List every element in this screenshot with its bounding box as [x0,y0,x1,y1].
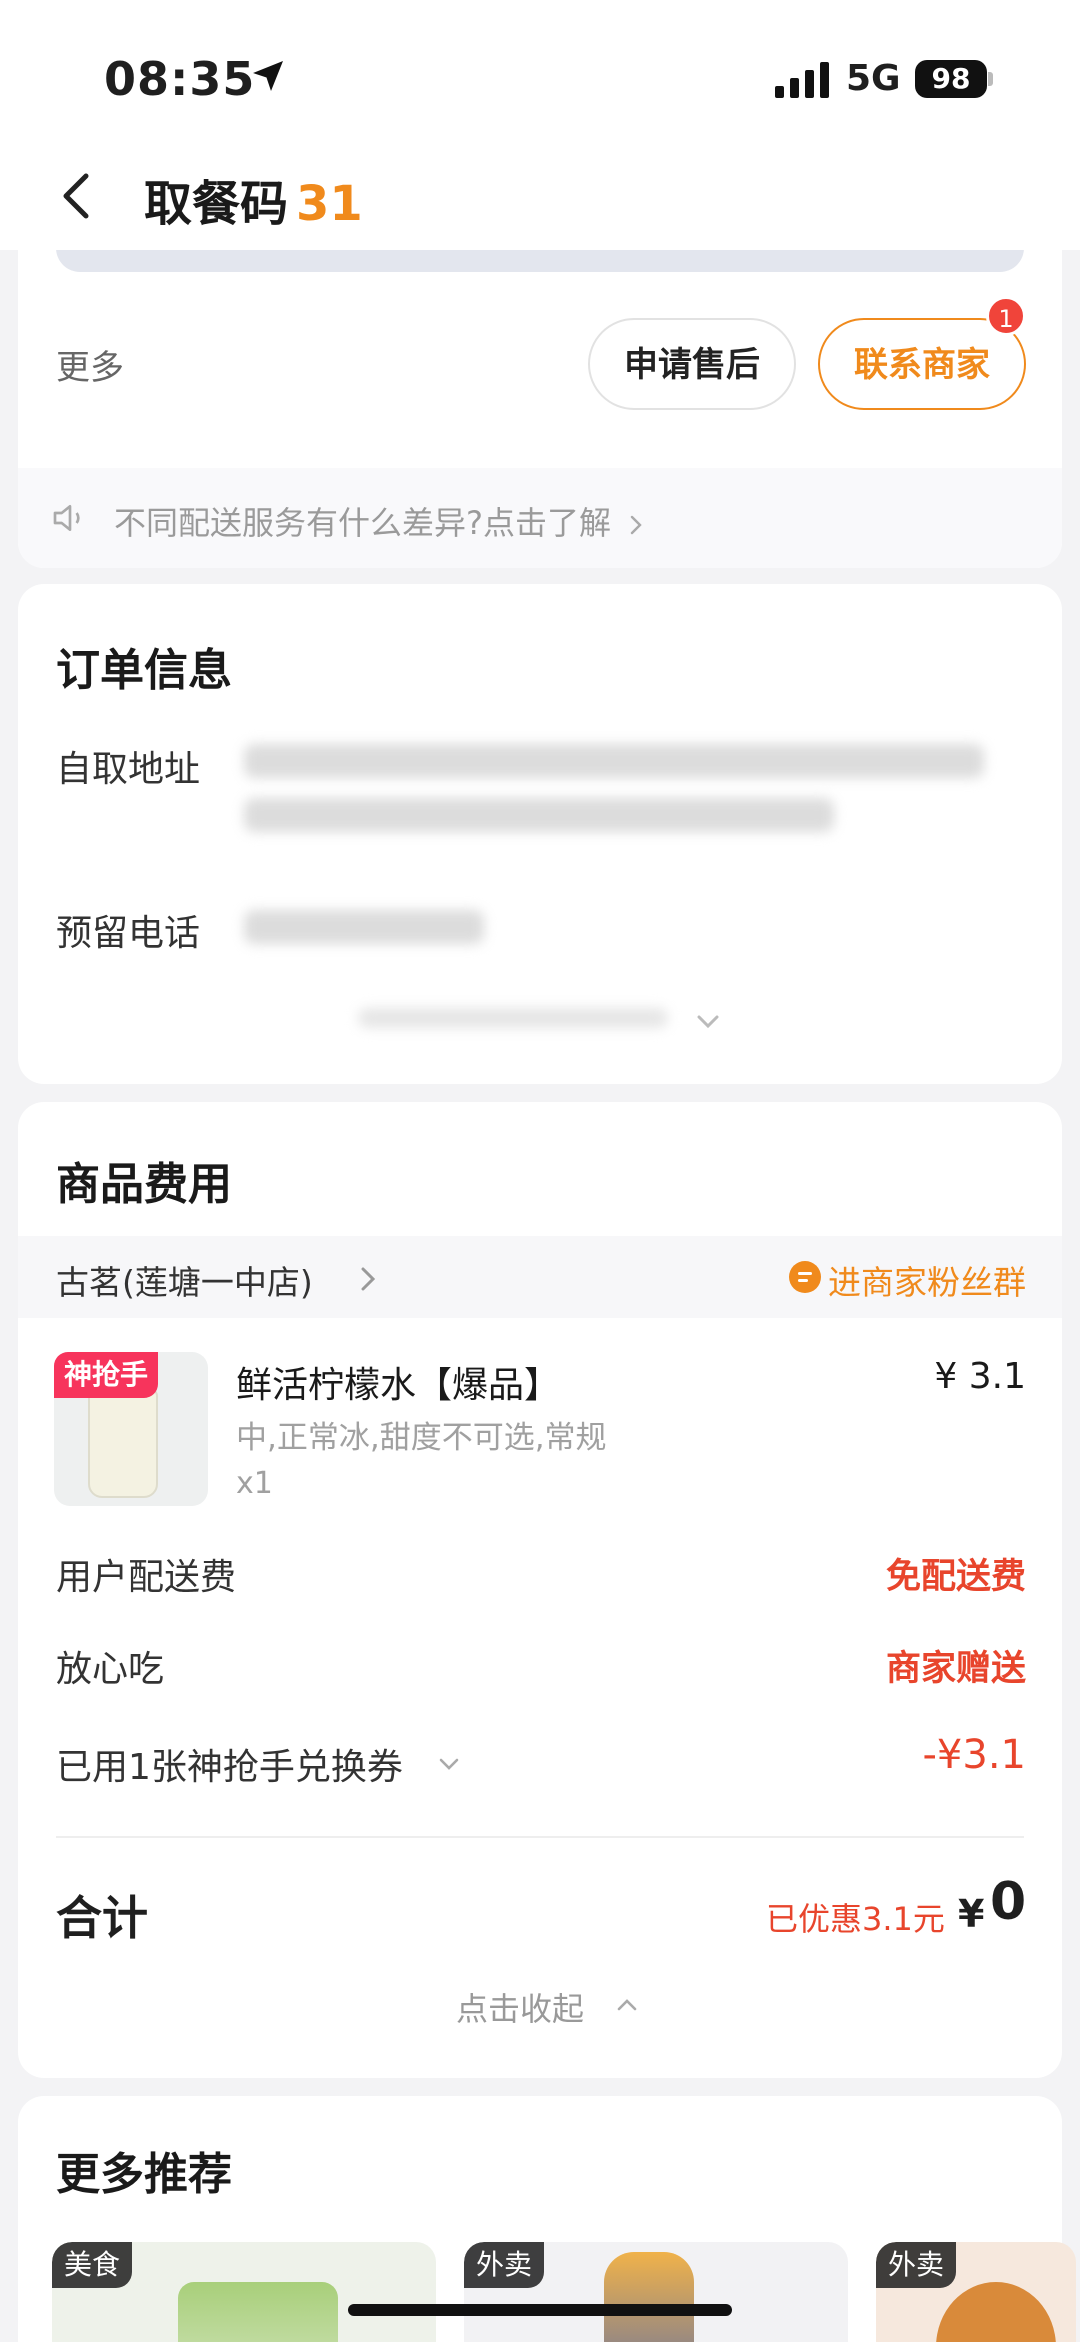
cellular-signal-icon [775,62,829,98]
chevron-down-icon [439,1758,459,1770]
shop-name-link[interactable]: 古茗(莲塘一中店) [56,1256,313,1304]
battery-indicator: 98 [915,60,987,98]
matcha-drink-image [178,2282,338,2342]
delivery-fee-value: 免配送费 [885,1557,1026,1597]
recommend-tile[interactable]: 美食 [52,2242,436,2342]
network-type: 5G [846,58,901,99]
total-amount: 0 [990,1872,1027,1932]
collapse-button[interactable]: 点击收起 [456,1984,584,2030]
chevron-right-icon [361,1267,376,1291]
status-time: 08:35 [104,52,256,106]
recommend-tile[interactable]: 外卖 [464,2242,848,2342]
divider [56,1836,1024,1838]
bottled-tea-image [604,2252,694,2342]
delivery-notice[interactable]: 不同配送服务有什么差异?点击了解 [18,468,1062,568]
delivery-fee-label: 用户配送费 [56,1557,237,1598]
pickup-address-redacted [244,744,984,778]
pickup-code: 31 [296,176,363,232]
pickup-address-label: 自取地址 [56,749,201,790]
product-name: 鲜活柠檬水【爆品】 [236,1365,561,1406]
flash-deal-tag: 神抢手 [54,1352,159,1398]
recommend-title: 更多推荐 [56,2149,232,2200]
assurance-value: 商家赠送 [885,1649,1026,1689]
goods-fee-card: 商品费用 古茗(莲塘一中店) 进商家粉丝群 神抢手 鲜活柠檬水【爆品】 中,正常… [18,1102,1062,2078]
product-price: ¥ 3.1 [934,1356,1026,1397]
fans-group-link[interactable]: 进商家粉丝群 [828,1256,1026,1304]
saved-amount: 已优惠3.1元 [766,1900,945,1938]
phone-redacted [244,910,484,944]
status-bar: 08:35 5G 98 [0,0,1080,140]
chevron-up-icon [617,1999,637,2011]
battery-cap [988,72,993,86]
actions-card: 更多 申请售后 联系商家 1 不同配送服务有什么差异?点击了解 [18,200,1062,568]
recommend-tag: 外卖 [876,2242,957,2288]
chevron-right-icon [630,515,642,535]
phone-label: 预留电话 [56,913,201,954]
speaker-icon [53,505,80,531]
assurance-label: 放心吃 [56,1649,165,1690]
goods-fee-title: 商品费用 [56,1159,232,1210]
total-label: 合计 [56,1891,148,1945]
drink-cup-illustration [88,1388,158,1498]
back-arrow-icon[interactable] [56,170,96,222]
message-badge: 1 [986,296,1026,336]
order-detail-page: 08:35 5G 98 更多 申请售后 联系商家 1 不同配送服务有什么差异?点… [0,0,1080,2342]
chevron-down-icon[interactable] [694,1012,722,1032]
product-quantity: x1 [236,1466,273,1501]
expand-redacted [358,1008,668,1028]
product-spec: 中,正常冰,甜度不可选,常规 [236,1420,607,1456]
coupon-label[interactable]: 已用1张神抢手兑换券 [56,1738,403,1790]
nav-bar: 取餐码 31 [0,140,1080,250]
order-info-title: 订单信息 [56,645,232,696]
notice-text: 不同配送服务有什么差异?点击了解 [114,498,643,544]
pickup-address-redacted-2 [244,798,834,832]
shop-bar: 古茗(莲塘一中店) 进商家粉丝群 [18,1236,1062,1318]
order-info-card: 订单信息 自取地址 预留电话 [18,584,1062,1084]
coupon-discount: -¥3.1 [922,1732,1027,1778]
page-title: 取餐码 31 [144,176,363,232]
more-button[interactable]: 更多 [56,340,124,389]
total-currency: ¥ [958,1892,985,1936]
location-arrow-icon [253,61,283,91]
fried-chicken-image [936,2282,1056,2342]
chat-group-icon [789,1261,821,1293]
recommend-tile[interactable]: 外卖 [876,2242,1076,2342]
home-indicator[interactable] [348,2304,732,2316]
map-preview [56,248,1024,272]
recommend-tag: 外卖 [464,2242,545,2288]
after-sale-button[interactable]: 申请售后 [588,318,796,410]
recommend-tag: 美食 [52,2242,133,2288]
